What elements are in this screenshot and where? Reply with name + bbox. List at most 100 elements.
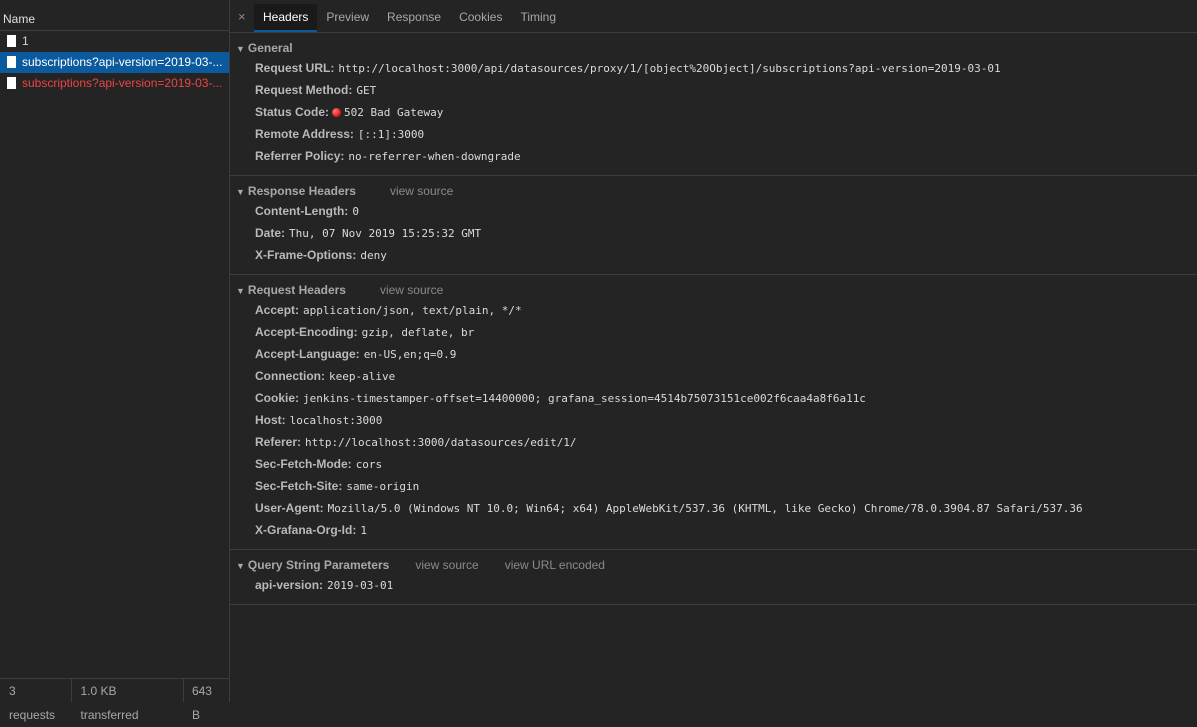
section-title: General	[247, 41, 293, 55]
tab-preview[interactable]: Preview	[317, 4, 378, 30]
header-key: Host:	[255, 413, 286, 427]
header-row: Accept-Language: en-US,en;q=0.9	[230, 343, 1197, 365]
header-key: Accept:	[255, 303, 300, 317]
query-params-section: ▼ Query String Parameters view source view …	[230, 550, 1197, 605]
summary-bar: 3 requests 1.0 KB transferred 643 B	[0, 678, 229, 722]
tab-timing[interactable]: Timing	[511, 4, 565, 30]
header-row: Request URL: http://localhost:3000/api/da…	[230, 57, 1197, 79]
file-icon	[7, 35, 16, 47]
header-key: Accept-Language:	[255, 347, 360, 361]
header-value: en-US,en;q=0.9	[363, 348, 457, 361]
header-value: deny	[360, 249, 387, 262]
header-value: same-origin	[346, 480, 420, 493]
header-key: Sec-Fetch-Mode:	[255, 457, 352, 471]
response-headers-section: ▼ Response Headers view source Content-Len…	[230, 176, 1197, 275]
section-title: Request Headers	[247, 283, 346, 297]
header-key: X-Grafana-Org-Id:	[255, 523, 357, 537]
section-title: Query String Parameters	[247, 558, 390, 572]
tab-response[interactable]: Response	[378, 4, 450, 30]
header-value: http://localhost:3000/api/datasources/pr…	[338, 62, 1001, 75]
expand-triangle-icon: ▼	[236, 187, 245, 197]
tab-headers[interactable]: Headers	[254, 4, 318, 32]
response-headers-toggle[interactable]: ▼ Response Headers view source	[230, 182, 1197, 200]
view-source-link[interactable]: view source	[415, 558, 478, 572]
header-key: Sec-Fetch-Site:	[255, 479, 343, 493]
request-row[interactable]: 1	[0, 31, 229, 52]
requests-panel: Name 1 subscriptions?api-version=2019-03…	[0, 0, 230, 722]
header-value: http://localhost:3000/datasources/edit/1…	[305, 436, 577, 449]
request-row-selected[interactable]: subscriptions?api-version=2019-03-...	[0, 52, 229, 73]
general-section-toggle[interactable]: ▼ General	[230, 39, 1197, 57]
header-value: 502 Bad Gateway	[344, 106, 444, 119]
request-name: subscriptions?api-version=2019-03-...	[22, 55, 223, 69]
header-row: Sec-Fetch-Mode: cors	[230, 453, 1197, 475]
request-headers-section: ▼ Request Headers view source Accept: appli…	[230, 275, 1197, 550]
header-row: Sec-Fetch-Site: same-origin	[230, 475, 1197, 497]
tab-cookies[interactable]: Cookies	[450, 4, 511, 30]
header-row: Content-Length: 0	[230, 200, 1197, 222]
header-row: Request Method: GET	[230, 79, 1197, 101]
header-key: User-Agent:	[255, 501, 324, 515]
resource-size: 643 B	[191, 684, 212, 722]
details-panel: × Headers Preview Response Cookies Timin…	[230, 0, 1197, 702]
header-row: Referrer Policy: no-referrer-when-downgra…	[230, 145, 1197, 167]
header-row: Host: localhost:3000	[230, 409, 1197, 431]
header-value: GET	[356, 84, 377, 97]
expand-triangle-icon: ▼	[236, 44, 245, 54]
header-key: Referrer Policy:	[255, 149, 345, 163]
query-params-toggle[interactable]: ▼ Query String Parameters view source view …	[230, 556, 1197, 574]
header-value: gzip, deflate, br	[361, 326, 475, 339]
expand-triangle-icon: ▼	[236, 286, 245, 296]
general-section: ▼ General Request URL: http://localhost:30…	[230, 33, 1197, 176]
header-key: Request Method:	[255, 83, 353, 97]
request-row-error[interactable]: subscriptions?api-version=2019-03-...	[0, 73, 229, 94]
header-value: 2019-03-01	[327, 579, 394, 592]
header-row: Accept: application/json, text/plain, */*	[230, 299, 1197, 321]
header-row: User-Agent: Mozilla/5.0 (Windows NT 10.0;…	[230, 497, 1197, 519]
header-row: Status Code: 502 Bad Gateway	[230, 101, 1197, 123]
file-icon	[7, 77, 16, 89]
request-name: subscriptions?api-version=2019-03-...	[22, 76, 223, 90]
header-key: Date:	[255, 226, 286, 240]
details-tabbar: × Headers Preview Response Cookies Timin…	[230, 0, 1197, 33]
expand-triangle-icon: ▼	[236, 561, 245, 571]
header-value: 0	[352, 205, 359, 218]
header-value: [::1]:3000	[357, 128, 425, 141]
header-key: Request URL:	[255, 61, 335, 75]
header-value: Thu, 07 Nov 2019 15:25:32 GMT	[289, 227, 482, 240]
header-key: api-version:	[255, 578, 324, 592]
header-row: api-version: 2019-03-01	[230, 574, 1197, 596]
name-column-label: Name	[3, 12, 36, 26]
header-value: localhost:3000	[289, 414, 383, 427]
header-value: Mozilla/5.0 (Windows NT 10.0; Win64; x64…	[327, 502, 1083, 515]
header-key: Status Code:	[255, 105, 330, 119]
status-error-icon	[332, 108, 342, 117]
header-row: Date: Thu, 07 Nov 2019 15:25:32 GMT	[230, 222, 1197, 244]
transferred-size: 1.0 KB transferred	[72, 679, 184, 722]
header-key: Referer:	[255, 435, 302, 449]
request-headers-toggle[interactable]: ▼ Request Headers view source	[230, 281, 1197, 299]
header-value: application/json, text/plain, */*	[303, 304, 522, 317]
view-url-encoded-link[interactable]: view URL encoded	[505, 558, 605, 572]
header-key: Cookie:	[255, 391, 300, 405]
header-row: Referer: http://localhost:3000/datasource…	[230, 431, 1197, 453]
view-source-link[interactable]: view source	[380, 283, 443, 297]
header-value: no-referrer-when-downgrade	[348, 150, 521, 163]
close-icon[interactable]: ×	[238, 9, 246, 24]
name-column-header[interactable]: Name	[0, 0, 229, 31]
header-value: 1	[360, 524, 367, 537]
view-source-link[interactable]: view source	[390, 184, 453, 198]
header-value: jenkins-timestamper-offset=14400000; gra…	[303, 392, 866, 405]
header-row: Remote Address: [::1]:3000	[230, 123, 1197, 145]
header-key: Accept-Encoding:	[255, 325, 358, 339]
header-key: Connection:	[255, 369, 325, 383]
header-key: X-Frame-Options:	[255, 248, 357, 262]
header-row: X-Grafana-Org-Id: 1	[230, 519, 1197, 541]
header-row: Accept-Encoding: gzip, deflate, br	[230, 321, 1197, 343]
file-icon	[7, 56, 16, 68]
header-value: cors	[355, 458, 383, 471]
header-row: Cookie: jenkins-timestamper-offset=144000…	[230, 387, 1197, 409]
request-name: 1	[22, 34, 29, 48]
header-key: Content-Length:	[255, 204, 349, 218]
header-row: Connection: keep-alive	[230, 365, 1197, 387]
